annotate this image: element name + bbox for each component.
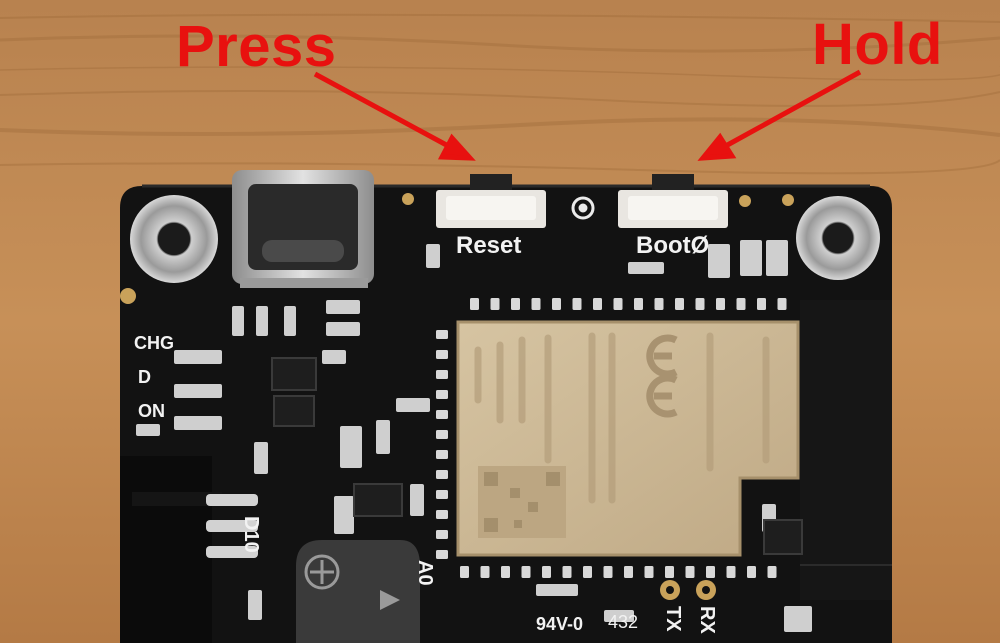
module-pad [436, 370, 448, 379]
module-pad [436, 410, 448, 419]
module-pad [624, 566, 633, 578]
module-pad [436, 490, 448, 499]
module-pad [552, 298, 561, 310]
silk-boot: BootØ [636, 232, 710, 259]
module-pad [685, 566, 695, 578]
module-pad [613, 298, 623, 310]
module-pad [562, 566, 572, 578]
silk-d: D [138, 367, 151, 387]
module-pad [436, 550, 448, 559]
silk-rx: RX [696, 606, 718, 634]
module-pad [521, 566, 531, 578]
module-pad [747, 566, 756, 578]
module-pad [644, 566, 654, 578]
module-pad [675, 298, 684, 310]
silk-d10: D10 [240, 516, 262, 553]
module-pad [436, 390, 448, 399]
silk-cert: 94V-0 [536, 614, 584, 634]
module-pad [542, 566, 551, 578]
module-pad [470, 298, 479, 310]
module-pad [436, 530, 448, 539]
hold-callout: Hold [812, 12, 943, 77]
module-pad [736, 298, 746, 310]
silk-on: ON [138, 401, 165, 421]
module-pad [490, 298, 500, 310]
module-pad [777, 298, 787, 310]
module-pad [767, 566, 777, 578]
usb-c-port [232, 170, 374, 288]
silk-reset: Reset [456, 232, 522, 259]
module-pad [436, 330, 448, 339]
module-pad [460, 566, 469, 578]
module-pad [634, 298, 643, 310]
module-pad [654, 298, 664, 310]
silk-tx: TX [662, 606, 684, 632]
module-pad [757, 298, 766, 310]
module-pad [436, 430, 448, 439]
module-pad [665, 566, 674, 578]
silk-cert-code: 432 [608, 612, 639, 632]
module-pad [695, 298, 705, 310]
module-pad [726, 566, 736, 578]
buzzer [296, 540, 420, 643]
press-callout: Press [176, 14, 337, 79]
mounting-hole-right [796, 196, 880, 280]
module-pad [572, 298, 582, 310]
module-pad [716, 298, 725, 310]
silk-a0: A0 [414, 560, 436, 586]
module-pad [531, 298, 541, 310]
module-pad [583, 566, 592, 578]
module-pad [706, 566, 715, 578]
module-pad [501, 566, 510, 578]
module-pad [436, 510, 448, 519]
module-pad [593, 298, 602, 310]
silk-chg: CHG [134, 333, 174, 353]
module-pad [436, 470, 448, 479]
module-pad [603, 566, 613, 578]
module-pad [511, 298, 520, 310]
photo-scene [0, 0, 1000, 643]
mounting-hole-left [130, 195, 218, 283]
module-pad [480, 566, 490, 578]
module-pad [436, 350, 448, 359]
module-pad [436, 450, 448, 459]
